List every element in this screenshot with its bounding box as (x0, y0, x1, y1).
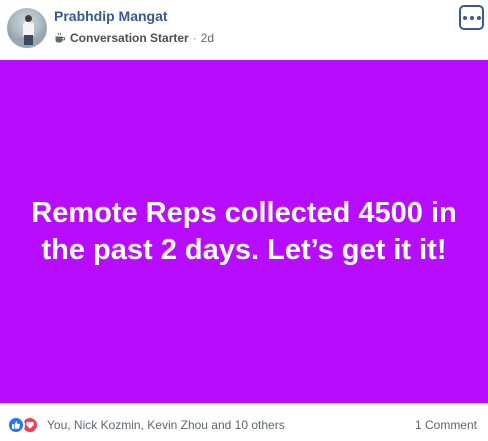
reaction-icons[interactable] (7, 416, 39, 434)
author-name[interactable]: Prabhdip Mangat (54, 8, 168, 24)
post-text-card: Remote Reps collected 4500 in the past 2… (0, 60, 488, 403)
meta-separator: · (192, 31, 197, 45)
post-meta: Conversation Starter · 2d (54, 31, 214, 45)
comment-count-link[interactable]: 1 Comment (415, 418, 477, 432)
like-icon (7, 416, 25, 434)
post-header: Prabhdip Mangat Conversation Starter · 2… (0, 0, 488, 60)
more-options-button[interactable] (459, 5, 484, 30)
author-avatar[interactable] (7, 8, 47, 48)
post-footer: You, Nick Kozmin, Kevin Zhou and 10 othe… (0, 403, 488, 441)
post-message: Remote Reps collected 4500 in the past 2… (31, 196, 457, 266)
post-timestamp[interactable]: 2d (201, 31, 214, 45)
member-badge[interactable]: Conversation Starter (70, 31, 189, 45)
coffee-cup-icon (55, 32, 66, 43)
likers-summary[interactable]: You, Nick Kozmin, Kevin Zhou and 10 othe… (47, 418, 285, 432)
more-options-icon (462, 15, 467, 20)
